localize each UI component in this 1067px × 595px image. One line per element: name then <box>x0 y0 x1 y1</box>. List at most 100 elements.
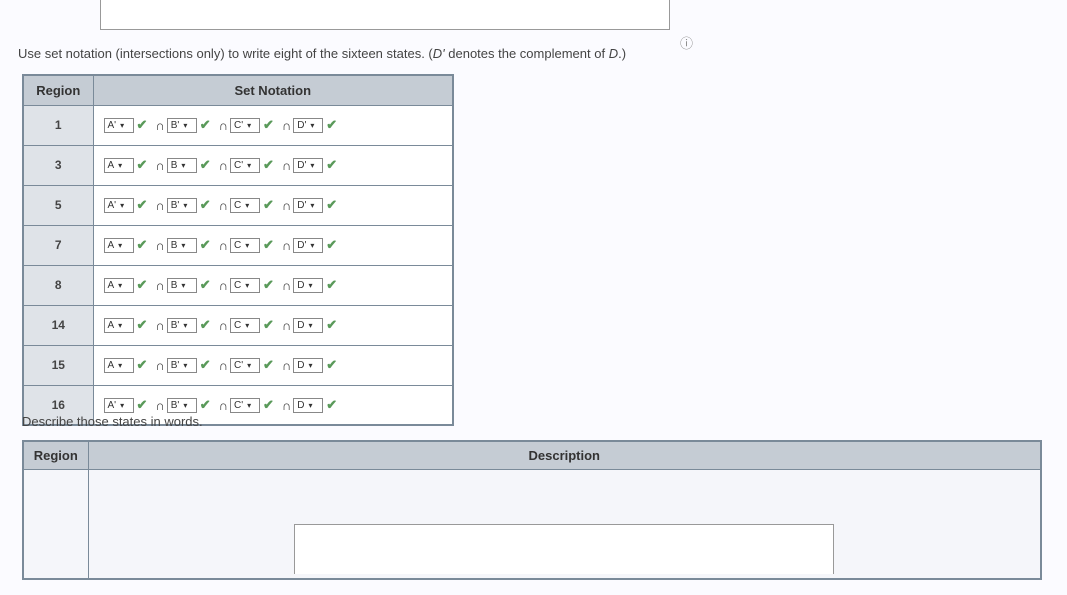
set-select-c[interactable]: C' <box>230 358 260 373</box>
set-notation-cell: A✔∩B'✔∩C'✔∩D✔ <box>93 345 453 385</box>
set-select-a[interactable]: A <box>104 318 134 333</box>
set-select-a[interactable]: A' <box>104 118 134 133</box>
check-icon: ✔ <box>200 277 211 293</box>
intersection-symbol: ∩ <box>219 118 228 133</box>
region-cell: 3 <box>23 145 93 185</box>
region-cell: 14 <box>23 305 93 345</box>
set-select-b[interactable]: B' <box>167 398 197 413</box>
set-select-c[interactable]: C' <box>230 158 260 173</box>
intersection-symbol: ∩ <box>282 398 291 413</box>
set-select-c[interactable]: C' <box>230 118 260 133</box>
intersection-symbol: ∩ <box>155 198 164 213</box>
table-row: 15A✔∩B'✔∩C'✔∩D✔ <box>23 345 453 385</box>
check-icon: ✔ <box>263 197 274 213</box>
set-notation-cell: A✔∩B'✔∩C✔∩D✔ <box>93 305 453 345</box>
set-select-d[interactable]: D' <box>293 238 323 253</box>
set-select-d[interactable]: D <box>293 278 323 293</box>
set-select-a[interactable]: A <box>104 158 134 173</box>
check-icon: ✔ <box>200 317 211 333</box>
description-table: Region Description <box>22 440 1042 580</box>
table-row: 1A'✔∩B'✔∩C'✔∩D'✔ <box>23 105 453 145</box>
set-notation-header: Set Notation <box>93 75 453 105</box>
set-select-d[interactable]: D <box>293 358 323 373</box>
set-select-a[interactable]: A <box>104 278 134 293</box>
intersection-symbol: ∩ <box>219 238 228 253</box>
set-select-b[interactable]: B' <box>167 118 197 133</box>
check-icon: ✔ <box>263 317 274 333</box>
intersection-symbol: ∩ <box>282 118 291 133</box>
intersection-symbol: ∩ <box>155 118 164 133</box>
set-select-a[interactable]: A' <box>104 398 134 413</box>
check-icon: ✔ <box>200 357 211 373</box>
set-select-d[interactable]: D' <box>293 158 323 173</box>
set-select-c[interactable]: C <box>230 318 260 333</box>
table-row: 5A'✔∩B'✔∩C✔∩D'✔ <box>23 185 453 225</box>
intersection-symbol: ∩ <box>219 398 228 413</box>
region-cell: 5 <box>23 185 93 225</box>
check-icon: ✔ <box>326 117 337 133</box>
table-row: 14A✔∩B'✔∩C✔∩D✔ <box>23 305 453 345</box>
region-cell: 7 <box>23 225 93 265</box>
intersection-symbol: ∩ <box>282 278 291 293</box>
check-icon: ✔ <box>137 157 148 173</box>
set-select-d[interactable]: D <box>293 398 323 413</box>
check-icon: ✔ <box>326 277 337 293</box>
set-select-b[interactable]: B' <box>167 358 197 373</box>
set-select-b[interactable]: B <box>167 278 197 293</box>
set-select-d[interactable]: D <box>293 318 323 333</box>
intersection-symbol: ∩ <box>282 198 291 213</box>
intersection-symbol: ∩ <box>282 358 291 373</box>
region-header: Region <box>23 75 93 105</box>
set-select-a[interactable]: A <box>104 238 134 253</box>
set-select-d[interactable]: D' <box>293 198 323 213</box>
check-icon: ✔ <box>137 317 148 333</box>
check-icon: ✔ <box>326 357 337 373</box>
intersection-symbol: ∩ <box>219 198 228 213</box>
check-icon: ✔ <box>200 237 211 253</box>
set-notation-cell: A✔∩B✔∩C✔∩D'✔ <box>93 225 453 265</box>
check-icon: ✔ <box>137 397 148 413</box>
set-select-b[interactable]: B' <box>167 318 197 333</box>
set-select-a[interactable]: A' <box>104 198 134 213</box>
info-icon[interactable]: ⓘ <box>680 33 694 47</box>
set-select-b[interactable]: B' <box>167 198 197 213</box>
intersection-symbol: ∩ <box>155 278 164 293</box>
region-cell: 8 <box>23 265 93 305</box>
check-icon: ✔ <box>137 117 148 133</box>
set-select-c[interactable]: C <box>230 238 260 253</box>
intersection-symbol: ∩ <box>219 358 228 373</box>
description-header: Description <box>88 441 1041 469</box>
set-notation-cell: A'✔∩B'✔∩C'✔∩D'✔ <box>93 105 453 145</box>
check-icon: ✔ <box>200 117 211 133</box>
set-select-c[interactable]: C' <box>230 398 260 413</box>
set-select-d[interactable]: D' <box>293 118 323 133</box>
set-select-a[interactable]: A <box>104 358 134 373</box>
set-select-b[interactable]: B <box>167 238 197 253</box>
check-icon: ✔ <box>137 357 148 373</box>
intersection-symbol: ∩ <box>219 278 228 293</box>
description-input-box[interactable] <box>294 524 834 574</box>
region-cell: 1 <box>23 105 93 145</box>
set-notation-cell: A'✔∩B'✔∩C✔∩D'✔ <box>93 185 453 225</box>
intersection-symbol: ∩ <box>282 238 291 253</box>
instruction-post: .) <box>618 46 626 61</box>
check-icon: ✔ <box>137 237 148 253</box>
check-icon: ✔ <box>200 197 211 213</box>
intersection-symbol: ∩ <box>155 398 164 413</box>
table-row: 3A✔∩B✔∩C'✔∩D'✔ <box>23 145 453 185</box>
check-icon: ✔ <box>263 357 274 373</box>
set-select-b[interactable]: B <box>167 158 197 173</box>
check-icon: ✔ <box>200 397 211 413</box>
instruction-mid: denotes the complement of <box>445 46 609 61</box>
intersection-symbol: ∩ <box>282 158 291 173</box>
region-cell: 15 <box>23 345 93 385</box>
diagram-placeholder-box <box>100 0 670 30</box>
check-icon: ✔ <box>326 197 337 213</box>
set-select-c[interactable]: C <box>230 198 260 213</box>
set-select-c[interactable]: C <box>230 278 260 293</box>
describe-instruction: Describe those states in words. <box>22 414 203 429</box>
table-row: 7A✔∩B✔∩C✔∩D'✔ <box>23 225 453 265</box>
check-icon: ✔ <box>263 277 274 293</box>
description-cell <box>88 469 1041 579</box>
check-icon: ✔ <box>263 157 274 173</box>
